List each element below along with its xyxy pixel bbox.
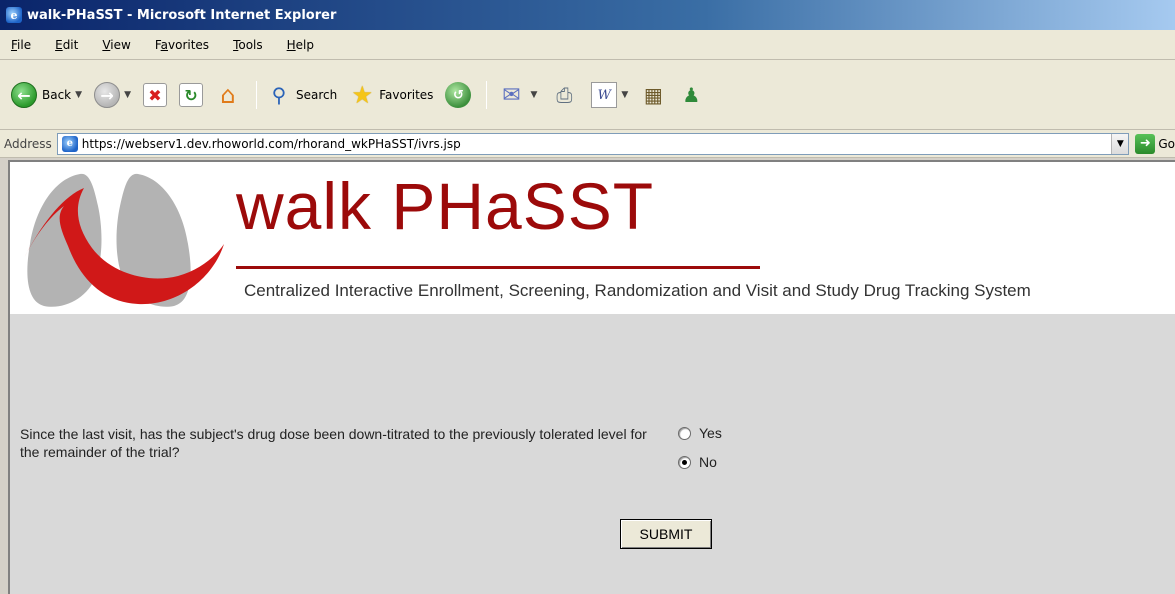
chevron-down-icon[interactable]: ▼ xyxy=(75,90,82,100)
menu-edit[interactable]: Edit xyxy=(52,36,81,54)
option-yes-label: Yes xyxy=(699,425,722,441)
option-yes[interactable]: Yes xyxy=(678,425,722,441)
go-button[interactable]: ➜ Go xyxy=(1135,133,1175,154)
question-text: Since the last visit, has the subject's … xyxy=(20,426,647,460)
history-button[interactable]: ↺ xyxy=(442,80,474,110)
back-arrow-icon: ← xyxy=(11,82,37,108)
research-icon: ▦ xyxy=(643,83,663,107)
address-bar: Address e ▼ ➜ Go xyxy=(0,130,1175,158)
address-field[interactable]: e ▼ xyxy=(56,132,1130,155)
toolbar: ← Back ▼ → ▼ ✖ ↻ ⌂ ⚲ Search ★ Favorites … xyxy=(0,60,1175,130)
chevron-down-icon[interactable]: ▼ xyxy=(621,90,628,100)
home-button[interactable]: ⌂ xyxy=(212,80,244,110)
back-button[interactable]: ← Back ▼ xyxy=(8,80,85,110)
refresh-button[interactable]: ↻ xyxy=(176,80,206,110)
ie-icon: e xyxy=(6,7,22,23)
title-bar: e walk-PHaSST - Microsoft Internet Explo… xyxy=(0,0,1175,30)
banner: walk PHaSST Centralized Interactive Enro… xyxy=(10,162,1175,314)
refresh-icon: ↻ xyxy=(178,83,203,107)
back-label: Back xyxy=(42,88,72,102)
address-input[interactable] xyxy=(81,136,1112,151)
favorites-button[interactable]: ★ Favorites xyxy=(346,80,436,110)
chevron-down-icon[interactable]: ▼ xyxy=(530,90,537,100)
menu-favorites[interactable]: Favorites xyxy=(152,36,212,54)
brand-title: walk PHaSST xyxy=(236,169,655,243)
stop-icon: ✖ xyxy=(142,83,167,107)
stop-button[interactable]: ✖ xyxy=(140,80,170,110)
radio-yes[interactable] xyxy=(678,426,691,440)
home-icon: ⌂ xyxy=(220,81,236,109)
menu-help[interactable]: Help xyxy=(284,36,317,54)
menu-file[interactable]: File xyxy=(8,36,34,54)
page-content: walk PHaSST Centralized Interactive Enro… xyxy=(8,160,1175,594)
option-no-label: No xyxy=(699,454,717,470)
search-label: Search xyxy=(295,88,338,102)
address-dropdown-icon[interactable]: ▼ xyxy=(1111,133,1129,154)
radio-no[interactable] xyxy=(678,455,691,469)
star-icon: ★ xyxy=(351,81,373,109)
print-button[interactable]: ⎙ xyxy=(546,80,582,110)
edit-button[interactable]: W ▼ xyxy=(588,80,631,110)
word-edit-icon: W xyxy=(591,82,618,108)
toolbar-separator xyxy=(255,81,257,109)
submit-button[interactable]: SUBMIT xyxy=(620,519,712,549)
toolbar-separator xyxy=(486,81,488,109)
forward-button[interactable]: → ▼ xyxy=(91,80,134,110)
favorites-label: Favorites xyxy=(379,88,434,102)
menu-view[interactable]: View xyxy=(99,36,133,54)
brand-subtitle: Centralized Interactive Enrollment, Scre… xyxy=(244,281,1031,300)
printer-icon: ⎙ xyxy=(556,83,573,107)
address-label: Address xyxy=(4,136,52,151)
page-icon: e xyxy=(61,135,78,152)
search-icon: ⚲ xyxy=(271,83,287,107)
option-no[interactable]: No xyxy=(678,454,717,470)
lungs-logo-icon xyxy=(22,173,224,307)
mail-button[interactable]: ✉ ▼ xyxy=(493,80,540,110)
research-button[interactable]: ▦ xyxy=(637,80,669,110)
messenger-button[interactable]: ♟ xyxy=(675,80,707,110)
messenger-icon: ♟ xyxy=(682,83,701,107)
history-icon: ↺ xyxy=(445,82,472,108)
search-button[interactable]: ⚲ Search xyxy=(263,80,340,110)
brand-divider xyxy=(236,266,760,269)
forward-arrow-icon: → xyxy=(94,82,121,108)
menu-tools[interactable]: Tools xyxy=(230,36,266,54)
go-arrow-icon: ➜ xyxy=(1135,133,1156,154)
go-label: Go xyxy=(1158,136,1175,151)
menu-bar: File Edit View Favorites Tools Help xyxy=(0,30,1175,60)
mail-icon: ✉ xyxy=(502,82,521,108)
chevron-down-icon[interactable]: ▼ xyxy=(124,90,131,100)
window-title: walk-PHaSST - Microsoft Internet Explore… xyxy=(27,7,337,23)
